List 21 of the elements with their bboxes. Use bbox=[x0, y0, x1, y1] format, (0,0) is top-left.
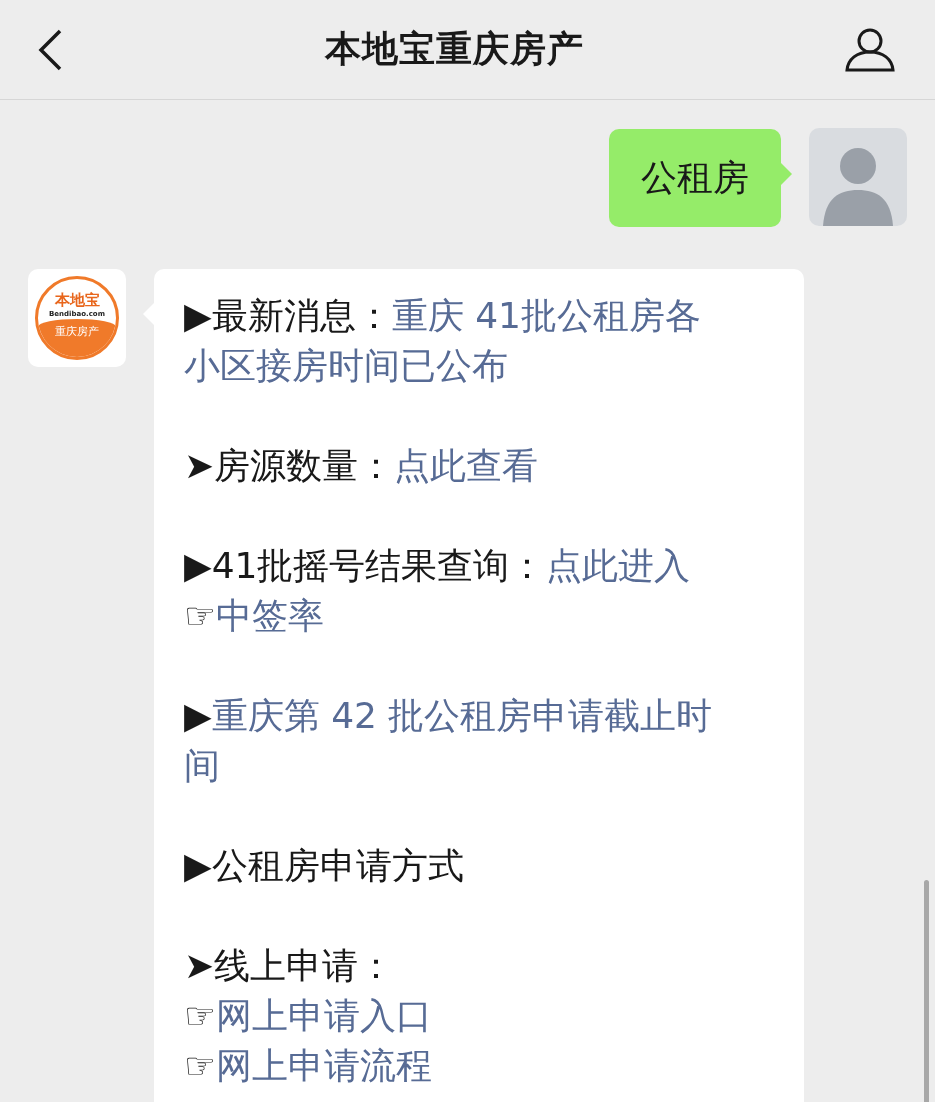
link[interactable]: 点此进入 bbox=[545, 545, 690, 586]
message-line: ▶41批摇号结果查询：点此进入 bbox=[184, 544, 691, 588]
message-line: ▶重庆第 42 批公租房申请截止时 bbox=[184, 694, 714, 738]
link[interactable]: 网上申请流程 bbox=[216, 1045, 433, 1086]
message-line: ☞网上申请流程 bbox=[184, 1044, 434, 1088]
link[interactable]: 重庆第 42 批公租房申请截止时 bbox=[211, 695, 713, 736]
message-line: ▶最新消息：重庆 41批公租房各 bbox=[184, 294, 702, 338]
link[interactable]: 重庆 41批公租房各 bbox=[391, 295, 701, 336]
message-line: ☞中签率 bbox=[184, 594, 326, 638]
link[interactable]: 网上申请入口 bbox=[216, 995, 433, 1036]
profile-icon[interactable] bbox=[845, 26, 895, 73]
link[interactable]: 点此查看 bbox=[394, 445, 539, 486]
back-icon[interactable] bbox=[36, 27, 64, 72]
message-line: ➤线上申请： bbox=[184, 944, 396, 988]
message-line: ☞网上申请入口 bbox=[184, 994, 434, 1038]
link[interactable]: 间 bbox=[184, 745, 220, 786]
message-line: ▶公租房申请方式 bbox=[184, 844, 465, 888]
chat-title: 本地宝重庆房产 bbox=[325, 27, 584, 71]
message-line: ➤房源数量：点此查看 bbox=[184, 444, 540, 488]
link[interactable]: 小区接房时间已公布 bbox=[184, 345, 508, 386]
link[interactable]: 中签率 bbox=[216, 595, 325, 636]
